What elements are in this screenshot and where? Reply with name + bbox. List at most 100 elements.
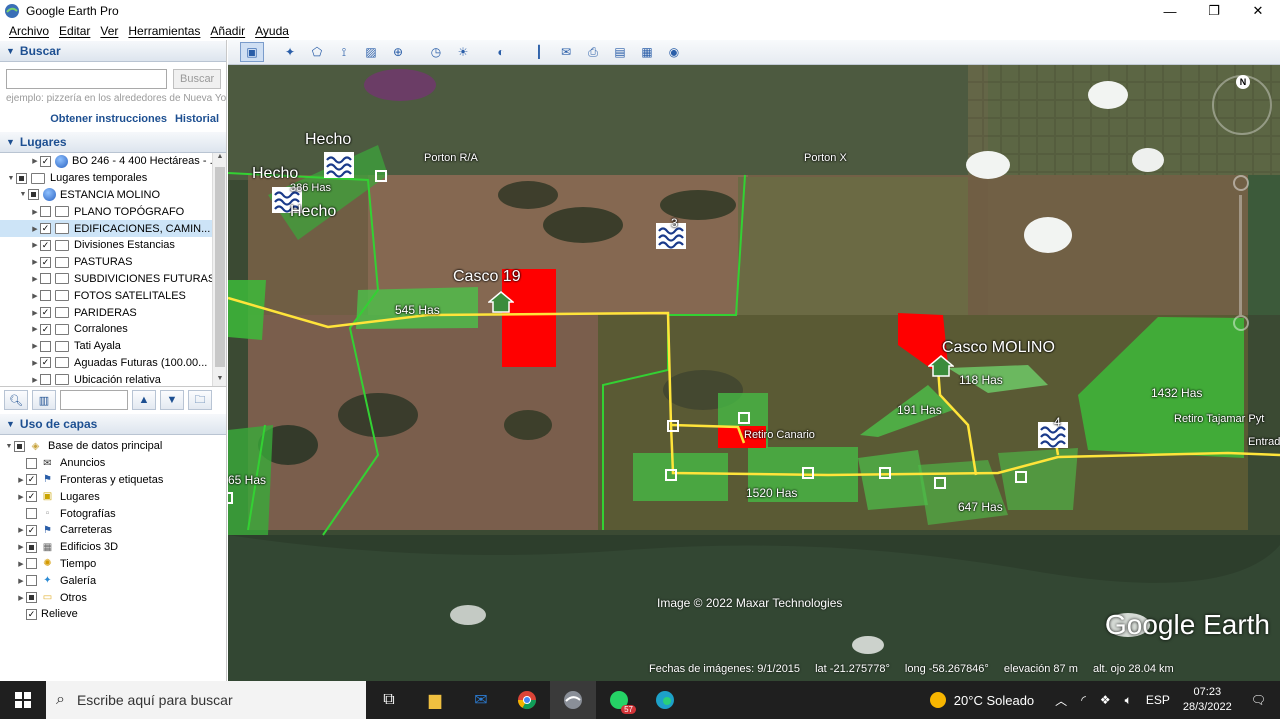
move-up-button[interactable]: ▲ (132, 390, 156, 410)
dropbox-icon[interactable]: ❖ (1100, 693, 1111, 707)
water-icon[interactable] (1038, 422, 1068, 448)
expand-arrow-icon[interactable]: ▶ (30, 309, 40, 317)
places-item[interactable]: ▶ PLANO TOPÓGRAFO (0, 203, 226, 220)
menu-anadir[interactable]: Añadir (210, 24, 245, 38)
chevron-up-icon[interactable]: ︿ (1055, 692, 1067, 709)
water-icon[interactable] (324, 152, 354, 178)
places-scrollbar[interactable]: ▲ ▼ (212, 153, 226, 386)
wifi-icon[interactable]: ◜ (1081, 693, 1086, 707)
visibility-checkbox[interactable] (40, 340, 51, 352)
visibility-checkbox[interactable] (40, 206, 51, 218)
compass-control[interactable]: N (1212, 75, 1272, 135)
expand-arrow-icon[interactable]: ▶ (30, 292, 40, 300)
visibility-checkbox[interactable] (16, 172, 27, 184)
map-label[interactable]: 118 Has (959, 373, 1003, 387)
places-item[interactable]: ▶ ✓ BO 246 - 4 400 Hectáreas - ... (0, 153, 226, 170)
expand-arrow-icon[interactable]: ▶ (30, 208, 40, 216)
visibility-checkbox[interactable]: ✓ (40, 357, 51, 369)
ruler-button[interactable]: ┃ (527, 42, 551, 62)
taskbar-search[interactable]: ⌕ Escribe aquí para buscar (46, 681, 366, 719)
search-header[interactable]: ▼ Buscar (0, 40, 226, 62)
map-label[interactable]: Porton R/A (424, 152, 478, 164)
look-control-icon[interactable] (1233, 175, 1249, 191)
layer-item[interactable]: ▶ ✓ ⚑ Fronteras y etiquetas (0, 472, 226, 489)
expand-arrow-icon[interactable]: ▶ (30, 325, 40, 333)
close-button[interactable]: ✕ (1236, 0, 1280, 22)
visibility-checkbox[interactable] (40, 290, 51, 302)
map-label[interactable]: 65 Has (228, 473, 266, 487)
compass-north-icon[interactable]: N (1236, 75, 1250, 89)
sun-button[interactable]: ☀ (451, 42, 475, 62)
menu-archivo[interactable]: Archivo (9, 24, 49, 38)
map-label[interactable]: Porton X (804, 152, 847, 164)
map-label[interactable]: Casco MOLINO (942, 339, 1055, 357)
scroll-up-icon[interactable]: ▲ (213, 153, 226, 165)
map-label[interactable]: Retiro Tajamar Pyt (1174, 413, 1264, 425)
email-button[interactable]: ✉ (554, 42, 578, 62)
visibility-checkbox[interactable]: ✓ (40, 307, 51, 319)
save-image-button[interactable]: ▤ (608, 42, 632, 62)
zoom-control[interactable] (1226, 175, 1256, 335)
places-item[interactable]: ▶ FOTOS SATELITALES (0, 287, 226, 304)
places-item[interactable]: ▶ ✓ PARIDERAS (0, 304, 226, 321)
places-item[interactable]: ▶ ✓ Divisiones Estancias (0, 237, 226, 254)
map-label[interactable]: Hecho (305, 131, 351, 149)
map-label[interactable]: 1432 Has (1151, 386, 1202, 400)
map-label[interactable]: Retiro Canario (744, 429, 815, 441)
visibility-checkbox[interactable]: ✓ (26, 474, 37, 486)
expand-arrow-icon[interactable]: ▶ (30, 376, 40, 384)
scroll-down-icon[interactable]: ▼ (213, 375, 226, 386)
places-item[interactable]: ▼ ESTANCIA MOLINO (0, 187, 226, 204)
places-header[interactable]: ▼ Lugares (0, 131, 226, 153)
map-label[interactable]: 386 Has (290, 182, 331, 194)
expand-arrow-icon[interactable]: ▶ (30, 225, 40, 233)
whatsapp-button[interactable]: 57 (596, 681, 642, 719)
layer-item[interactable]: ▶ ✓ ▣ Lugares (0, 488, 226, 505)
house-icon[interactable] (928, 355, 954, 377)
layer-item[interactable]: ▶ ▭ Otros (0, 589, 226, 606)
maps-button[interactable]: ◉ (662, 42, 686, 62)
places-filter-input[interactable] (60, 390, 128, 410)
zoom-slider[interactable] (1239, 195, 1242, 315)
maximize-button[interactable]: ❐ (1192, 0, 1236, 22)
language-indicator[interactable]: ESP (1146, 693, 1170, 707)
path-button[interactable]: ⟟ (332, 42, 356, 62)
places-item[interactable]: ▶ Tati Ayala (0, 338, 226, 355)
layer-item[interactable]: ▶ ✓ ⚑ Carreteras (0, 522, 226, 539)
visibility-checkbox[interactable] (26, 558, 37, 570)
history-link[interactable]: Historial (175, 113, 219, 125)
layer-item[interactable]: ▶ ▦ Edificios 3D (0, 539, 226, 556)
visibility-checkbox[interactable]: ✓ (40, 256, 51, 268)
map-label[interactable]: 4 (1054, 415, 1061, 429)
visibility-checkbox[interactable]: ✓ (40, 155, 51, 167)
layer-item[interactable]: ▶ ✺ Tiempo (0, 556, 226, 573)
sidebar-toggle-button[interactable]: ▣ (240, 42, 264, 62)
places-item[interactable]: ▶ ✓ Aguadas Futuras (100.00... (0, 355, 226, 372)
search-button[interactable]: Buscar (173, 69, 221, 89)
layer-item[interactable]: ✓ Relieve (0, 606, 226, 623)
start-button[interactable] (0, 681, 46, 719)
places-item[interactable]: ▼ Lugares temporales (0, 170, 226, 187)
visibility-checkbox[interactable]: ✓ (40, 223, 51, 235)
menu-editar[interactable]: Editar (59, 24, 90, 38)
expand-arrow-icon[interactable]: ▶ (30, 258, 40, 266)
menu-ayuda[interactable]: Ayuda (255, 24, 289, 38)
task-view-button[interactable]: ⧉ (366, 681, 412, 719)
visibility-checkbox[interactable] (40, 273, 51, 285)
expand-arrow-icon[interactable]: ▶ (30, 241, 40, 249)
map-label[interactable]: Casco 19 (453, 268, 521, 286)
expand-arrow-icon[interactable]: ▼ (18, 191, 28, 198)
layer-item[interactable]: ▫ Fotografías (0, 505, 226, 522)
polygon-button[interactable]: ⬠ (305, 42, 329, 62)
expand-arrow-icon[interactable]: ▶ (30, 157, 40, 165)
visibility-checkbox[interactable] (28, 189, 39, 201)
expand-arrow-icon[interactable]: ▼ (6, 175, 16, 182)
placemark-button[interactable]: ✦ (278, 42, 302, 62)
expand-arrow-icon[interactable]: ▶ (16, 560, 26, 568)
planet-button[interactable]: ◐ (489, 42, 513, 62)
map-view-button[interactable]: ▦ (635, 42, 659, 62)
expand-arrow-icon[interactable]: ▶ (16, 594, 26, 602)
chrome-button[interactable] (504, 681, 550, 719)
expand-arrow-icon[interactable]: ▼ (4, 443, 14, 450)
visibility-checkbox[interactable] (26, 592, 37, 604)
